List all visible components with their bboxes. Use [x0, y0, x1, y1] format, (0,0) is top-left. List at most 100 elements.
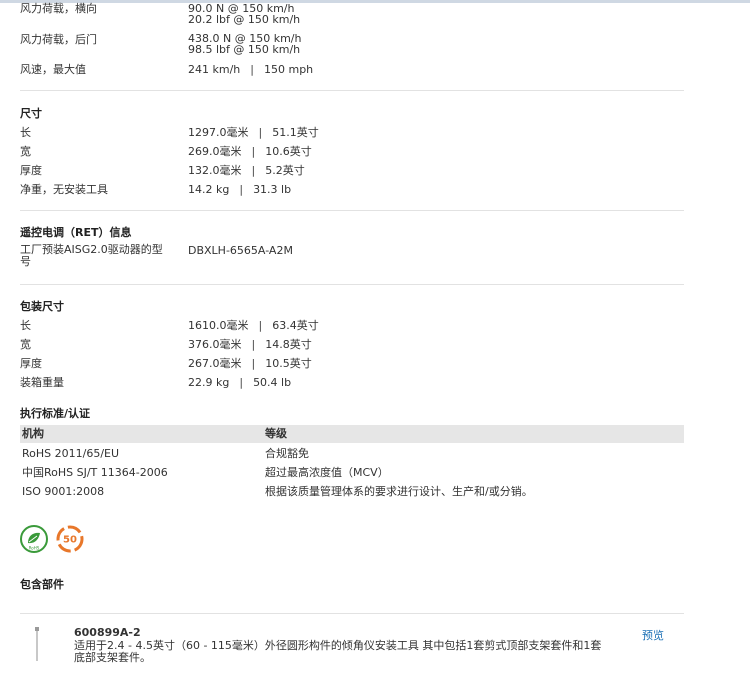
separator: | — [251, 357, 256, 370]
separator: | — [258, 126, 263, 139]
separator: | — [239, 183, 244, 196]
svg-text:50: 50 — [63, 535, 77, 546]
metric-value: 267.0毫米 — [188, 357, 242, 370]
imperial-value: 5.2英寸 — [265, 164, 305, 177]
metric-value: 241 km/h — [188, 63, 241, 76]
metric-value: 132.0毫米 — [188, 164, 242, 177]
imperial-value: 10.6英寸 — [265, 145, 312, 158]
ret-row: 工厂预装AISG2.0驱动器的型 号 DBXLH-6565A-A2M — [20, 244, 684, 268]
spec-row-wind-rear: 风力荷载，后门 438.0 N @ 150 km/h 98.5 lbf @ 15… — [20, 33, 684, 55]
china-rohs-badge-icon: 50 — [56, 525, 84, 553]
spec-value: DBXLH-6565A-A2M — [188, 244, 293, 257]
column-header-agency: 机构 — [22, 427, 44, 440]
spec-row: 长 1297.0毫米 | 51.1英寸 — [20, 123, 684, 142]
spec-label: 风力荷载，后门 — [20, 33, 97, 46]
metric-value: 14.2 kg — [188, 183, 230, 196]
spec-value: 376.0毫米 | 14.8英寸 — [188, 335, 312, 354]
column-header-level: 等级 — [265, 427, 287, 440]
dimensions-list: 长 1297.0毫米 | 51.1英寸 宽 269.0毫米 | 10.6英寸 厚度 13… — [20, 123, 684, 199]
spec-label: 长 — [20, 126, 31, 139]
spec-value: 267.0毫米 | 10.5英寸 — [188, 354, 312, 373]
imperial-value: 150 mph — [263, 63, 314, 76]
separator: | — [251, 145, 256, 158]
level-cell: 根据该质量管理体系的要求进行设计、生产和/或分销。 — [265, 485, 533, 498]
spec-label: 厚度 — [20, 357, 42, 370]
part-number[interactable]: 600899A-2 — [74, 626, 634, 639]
spec-value: 132.0毫米 | 5.2英寸 — [188, 161, 305, 180]
included-part: 600899A-2 适用于2.4 - 4.5英寸（60 - 115毫米）外径圆形… — [74, 626, 634, 664]
imperial-value: 63.4英寸 — [272, 319, 319, 332]
metric-value: 22.9 kg — [188, 376, 230, 389]
spec-value: 438.0 N @ 150 km/h 98.5 lbf @ 150 km/h — [188, 33, 301, 55]
spec-row: 厚度 267.0毫米 | 10.5英寸 — [20, 354, 684, 373]
spec-label: 工厂预装AISG2.0驱动器的型 号 — [20, 244, 180, 268]
imperial-value: 10.5英寸 — [265, 357, 312, 370]
spec-value-line2: 98.5 lbf @ 150 km/h — [188, 43, 301, 56]
section-title-standards: 执行标准/认证 — [20, 407, 91, 420]
section-title-packaging: 包装尺寸 — [20, 300, 64, 313]
spec-value-line2: 20.2 lbf @ 150 km/h — [188, 13, 301, 26]
packaging-list: 长 1610.0毫米 | 63.4英寸 宽 376.0毫米 | 14.8英寸 厚度 26… — [20, 316, 684, 392]
imperial-value: 51.1英寸 — [272, 126, 319, 139]
spec-label: 厚度 — [20, 164, 42, 177]
table-row: 中国RoHS SJ/T 11364-2006 超过最高浓度值（MCV） — [20, 463, 684, 482]
standards-table-header: 机构 等级 — [20, 425, 684, 443]
metric-value: 376.0毫米 — [188, 338, 242, 351]
spec-row: 净重，无安装工具 14.2 kg | 31.3 lb — [20, 180, 684, 199]
spec-row: 长 1610.0毫米 | 63.4英寸 — [20, 316, 684, 335]
metric-value: 269.0毫米 — [188, 145, 242, 158]
separator: | — [250, 63, 254, 76]
table-row: ISO 9001:2008 根据该质量管理体系的要求进行设计、生产和/或分销。 — [20, 482, 684, 501]
spec-value: 241 km/h | 150 mph — [188, 60, 313, 79]
agency-cell: 中国RoHS SJ/T 11364-2006 — [22, 466, 168, 479]
preview-link[interactable]: 预览 — [642, 627, 664, 643]
spec-row: 装箱重量 22.9 kg | 50.4 lb — [20, 373, 684, 392]
level-cell: 超过最高浓度值（MCV） — [265, 466, 389, 479]
spec-label-line1: 工厂预装AISG2.0驱动器的型 — [20, 243, 163, 256]
spec-row-wind-speed: 风速，最大值 241 km/h | 150 mph — [20, 60, 684, 79]
section-title-ret: 遥控电调（RET）信息 — [20, 226, 132, 239]
section-title-dimensions: 尺寸 — [20, 107, 42, 120]
spec-value: 90.0 N @ 150 km/h 20.2 lbf @ 150 km/h — [188, 3, 300, 25]
part-description-line1: 适用于2.4 - 4.5英寸（60 - 115毫米）外径圆形构件的倾角仪安装工具… — [74, 639, 602, 652]
spec-label: 长 — [20, 319, 31, 332]
spec-row: 宽 376.0毫米 | 14.8英寸 — [20, 335, 684, 354]
imperial-value: 14.8英寸 — [265, 338, 312, 351]
section-title-included: 包含部件 — [20, 578, 64, 591]
spec-value: 22.9 kg | 50.4 lb — [188, 373, 291, 392]
spec-row: 宽 269.0毫米 | 10.6英寸 — [20, 142, 684, 161]
spec-value: 1610.0毫米 | 63.4英寸 — [188, 316, 319, 335]
separator: | — [258, 319, 263, 332]
separator: | — [239, 376, 244, 389]
section-divider — [20, 210, 684, 211]
spec-value: 269.0毫米 | 10.6英寸 — [188, 142, 312, 161]
spec-label-line2: 号 — [20, 255, 31, 268]
table-row: RoHS 2011/65/EU 合规豁免 — [20, 444, 684, 463]
imperial-value: 31.3 lb — [253, 183, 292, 196]
svg-text:RoHS: RoHS — [29, 546, 40, 551]
section-divider — [20, 284, 684, 285]
part-description-line2: 底部支架套件。 — [74, 651, 151, 664]
spec-row: 厚度 132.0毫米 | 5.2英寸 — [20, 161, 684, 180]
spec-label: 风速，最大值 — [20, 63, 86, 76]
separator: | — [251, 338, 256, 351]
level-cell: 合规豁免 — [265, 447, 309, 460]
metric-value: 1610.0毫米 — [188, 319, 249, 332]
agency-cell: ISO 9001:2008 — [22, 485, 105, 498]
spec-label: 宽 — [20, 338, 31, 351]
spec-label: 装箱重量 — [20, 376, 64, 389]
section-divider — [20, 613, 684, 614]
spec-value: 14.2 kg | 31.3 lb — [188, 180, 291, 199]
imperial-value: 50.4 lb — [253, 376, 292, 389]
spec-label: 净重，无安装工具 — [20, 183, 108, 196]
rohs-badge-icon: RoHS — [20, 525, 48, 553]
spec-label: 风力荷载，横向 — [20, 2, 97, 15]
spec-label: 宽 — [20, 145, 31, 158]
separator: | — [251, 164, 256, 177]
metric-value: 1297.0毫米 — [188, 126, 249, 139]
spec-value: 1297.0毫米 | 51.1英寸 — [188, 123, 319, 142]
part-thumbnail[interactable] — [34, 625, 40, 665]
part-description: 适用于2.4 - 4.5英寸（60 - 115毫米）外径圆形构件的倾角仪安装工具… — [74, 640, 634, 664]
agency-cell: RoHS 2011/65/EU — [22, 447, 120, 460]
section-divider — [20, 90, 684, 91]
